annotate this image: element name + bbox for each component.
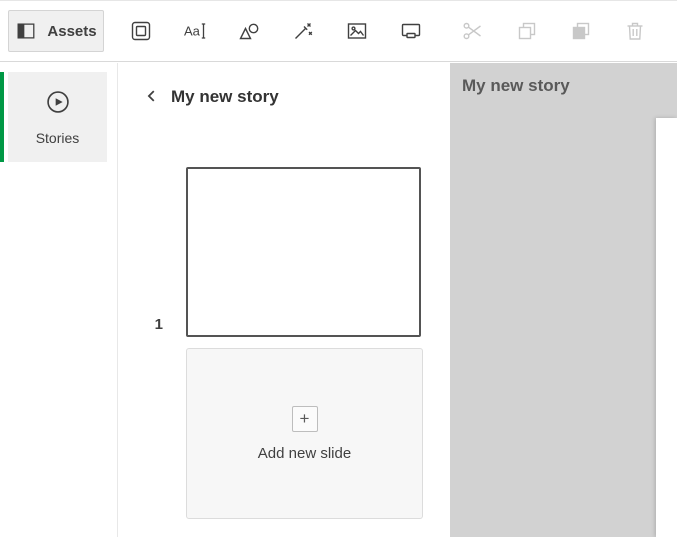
assets-toggle-button[interactable]: Assets bbox=[8, 10, 104, 52]
cut-icon bbox=[461, 19, 485, 43]
sidebar-item-label: Stories bbox=[36, 130, 80, 146]
paste-button[interactable] bbox=[569, 19, 593, 43]
snapshot-library-icon bbox=[129, 19, 153, 43]
slide-navigator-panel: My new story 1 + Add new slide bbox=[119, 63, 450, 537]
panel-toggle-icon bbox=[15, 20, 37, 42]
navigator-header: My new story bbox=[143, 85, 440, 109]
svg-text:Aa: Aa bbox=[184, 24, 201, 39]
back-button[interactable] bbox=[143, 88, 161, 106]
delete-icon bbox=[623, 19, 647, 43]
add-slide-label: Add new slide bbox=[258, 445, 351, 462]
effects-icon bbox=[291, 19, 315, 43]
slide-number: 1 bbox=[139, 316, 163, 333]
stories-play-icon bbox=[44, 88, 72, 121]
plus-icon: + bbox=[292, 406, 318, 432]
app-window: Assets Aa bbox=[0, 0, 677, 537]
effects-button[interactable] bbox=[291, 19, 315, 43]
chevron-left-icon bbox=[144, 88, 160, 107]
canvas-story-title: My new story bbox=[462, 76, 570, 96]
text-object-button[interactable]: Aa bbox=[183, 19, 207, 43]
top-toolbar: Assets Aa bbox=[0, 0, 677, 62]
shapes-button[interactable] bbox=[237, 19, 261, 43]
story-canvas-area: My new story bbox=[450, 63, 677, 537]
assets-sidebar: Stories bbox=[0, 63, 118, 537]
story-title: My new story bbox=[171, 87, 279, 107]
copy-button[interactable] bbox=[515, 19, 539, 43]
embed-sheet-button[interactable] bbox=[399, 19, 423, 43]
image-button[interactable] bbox=[345, 19, 369, 43]
assets-label: Assets bbox=[47, 23, 96, 40]
add-new-slide-button[interactable]: + Add new slide bbox=[186, 348, 423, 519]
paste-icon bbox=[569, 19, 593, 43]
shapes-icon bbox=[237, 19, 261, 43]
text-object-icon: Aa bbox=[183, 19, 207, 43]
delete-button[interactable] bbox=[623, 19, 647, 43]
image-icon bbox=[345, 19, 369, 43]
cut-button[interactable] bbox=[461, 19, 485, 43]
copy-icon bbox=[515, 19, 539, 43]
embed-sheet-icon bbox=[399, 19, 423, 43]
snapshot-library-button[interactable] bbox=[129, 19, 153, 43]
selected-indicator bbox=[0, 72, 4, 162]
sidebar-item-stories[interactable]: Stories bbox=[8, 72, 107, 162]
slide-surface[interactable] bbox=[656, 118, 677, 537]
slide-thumbnail[interactable] bbox=[186, 167, 421, 337]
